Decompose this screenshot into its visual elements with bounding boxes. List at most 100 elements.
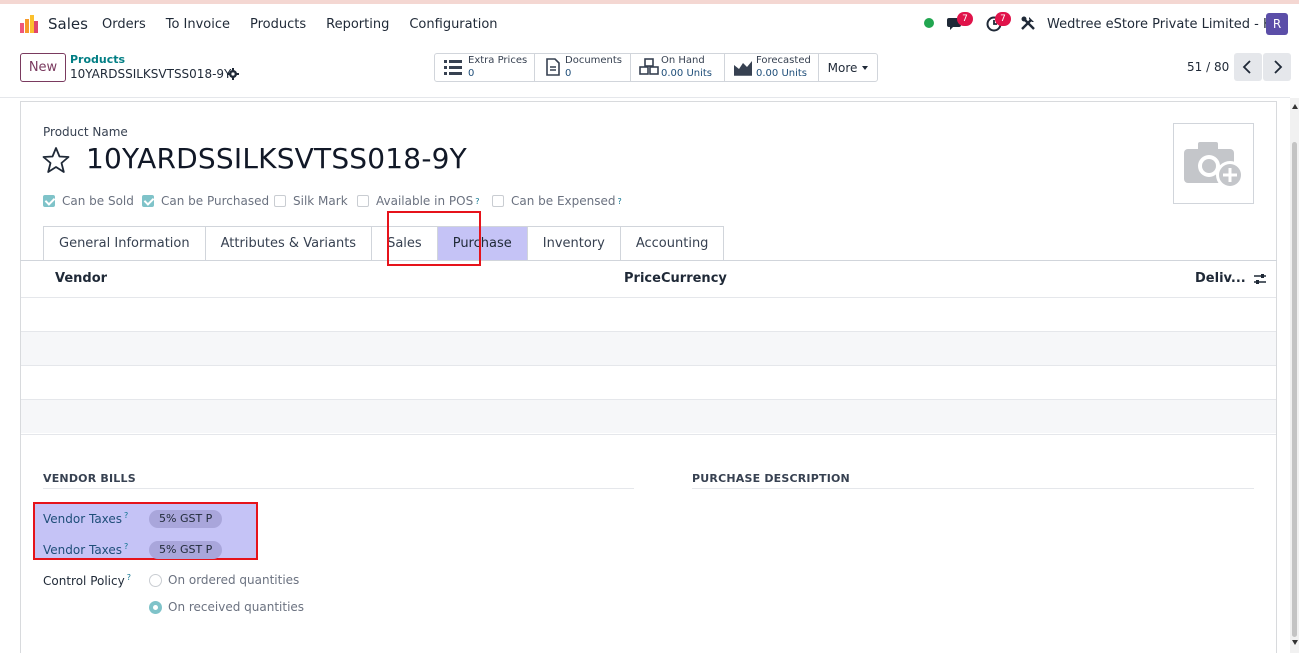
tools-icon[interactable]	[1020, 15, 1036, 31]
user-avatar[interactable]: R	[1266, 13, 1288, 35]
vendor-taxes-label: Vendor Taxes?	[43, 542, 129, 557]
menu-item-products[interactable]: Products	[250, 17, 306, 32]
vendor-tax-tag[interactable]: 5% GST P	[149, 541, 223, 559]
checkbox-can-be-expensed[interactable]: Can be Expensed ?	[492, 194, 622, 208]
navbar-systray: 7 7 Wedtree eStore Private Limited - HO …	[899, 4, 1299, 44]
documents-value: 0	[565, 68, 572, 79]
new-button[interactable]: New	[20, 53, 66, 82]
checkbox-box[interactable]	[274, 195, 286, 207]
menu-item-reporting[interactable]: Reporting	[326, 17, 389, 32]
company-switcher[interactable]: Wedtree eStore Private Limited - HO	[1047, 17, 1283, 32]
on-hand-button[interactable]: On Hand 0.00 Units	[631, 54, 725, 81]
forecasted-value: 0.00 Units	[756, 68, 808, 79]
checkbox-box[interactable]	[492, 195, 504, 207]
scrollbar-thumb[interactable]	[1292, 142, 1297, 637]
activity-badge: 7	[995, 12, 1011, 26]
favorite-star-icon[interactable]	[42, 146, 70, 174]
chevron-right-icon	[1274, 60, 1283, 74]
menu-item-to-invoice[interactable]: To Invoice	[166, 17, 230, 32]
checkbox-label: Silk Mark	[293, 194, 348, 208]
tabs-underline	[20, 260, 1277, 261]
radio-on-ordered-quantities[interactable]	[149, 574, 162, 587]
help-tooltip-icon[interactable]: ?	[127, 573, 131, 582]
tab-accounting[interactable]: Accounting	[620, 226, 725, 261]
checkbox-box[interactable]	[357, 195, 369, 207]
scroll-up-arrow-icon[interactable]	[1292, 104, 1298, 109]
camera-add-icon	[1184, 142, 1244, 189]
online-status-icon	[924, 18, 934, 28]
column-header-currency[interactable]: Currency	[661, 271, 727, 286]
purchase-description-section-title: PURCHASE DESCRIPTION	[692, 472, 850, 485]
tab-general-information[interactable]: General Information	[43, 226, 206, 261]
sales-app-icon[interactable]	[20, 15, 38, 33]
checkbox-label: Available in POS	[376, 194, 474, 208]
more-button[interactable]: More	[819, 54, 877, 81]
column-header-vendor[interactable]: Vendor	[55, 271, 107, 286]
extra-prices-label: Extra Prices	[468, 55, 528, 66]
menu-item-configuration[interactable]: Configuration	[409, 17, 497, 32]
radio-label-ordered[interactable]: On ordered quantities	[168, 573, 299, 587]
radio-on-received-quantities[interactable]	[149, 601, 162, 614]
tab-attributes-variants[interactable]: Attributes & Variants	[205, 226, 373, 261]
column-header-delivery[interactable]: Deliv...	[1195, 271, 1246, 286]
breadcrumb-products-link[interactable]: Products	[70, 53, 125, 66]
tab-inventory[interactable]: Inventory	[527, 226, 621, 261]
menu-item-orders[interactable]: Orders	[102, 17, 146, 32]
help-tooltip-icon[interactable]: ?	[124, 542, 128, 551]
section-divider	[692, 488, 1254, 489]
vendor-taxes-label: Vendor Taxes?	[43, 511, 129, 526]
checkbox-available-in-pos[interactable]: Available in POS ?	[357, 194, 479, 208]
checkbox-silk-mark[interactable]: Silk Mark	[274, 194, 348, 208]
more-label: More	[827, 60, 858, 75]
column-settings-icon[interactable]	[1253, 272, 1267, 286]
vendor-bills-section-title: VENDOR BILLS	[43, 472, 136, 485]
main-menu: Orders To Invoice Products Reporting Con…	[102, 17, 518, 32]
product-name-label: Product Name	[43, 125, 128, 139]
column-header-price[interactable]: Price	[624, 271, 661, 286]
forecasted-label: Forecasted	[756, 55, 811, 66]
cubes-icon	[639, 58, 659, 75]
control-panel-divider	[0, 97, 1290, 98]
checkbox-can-be-sold[interactable]: Can be Sold	[43, 194, 134, 208]
checkbox-label: Can be Purchased	[161, 194, 270, 208]
scroll-down-arrow-icon[interactable]	[1292, 640, 1298, 645]
control-policy-label: Control Policy?	[43, 573, 131, 588]
forecasted-button[interactable]: Forecasted 0.00 Units	[725, 54, 819, 81]
purchase-tab-highlight-box	[387, 211, 481, 266]
pager-value[interactable]: 51 / 80	[1187, 60, 1229, 74]
caret-down-icon	[862, 65, 869, 70]
help-tooltip-icon[interactable]: ?	[475, 197, 479, 206]
top-navbar: Sales Orders To Invoice Products Reporti…	[0, 4, 1299, 44]
checkbox-box[interactable]	[43, 195, 55, 207]
pager-previous-button[interactable]	[1234, 53, 1262, 81]
vendor-tax-tag[interactable]: 5% GST P	[149, 510, 223, 528]
help-tooltip-icon[interactable]: ?	[618, 197, 622, 206]
checkbox-can-be-purchased[interactable]: Can be Purchased	[142, 194, 269, 208]
list-icon	[444, 60, 462, 75]
radio-label-received[interactable]: On received quantities	[168, 600, 304, 614]
table-row	[21, 399, 1276, 433]
breadcrumb-current-record: 10YARDSSILKSVTSS018-9Y	[70, 67, 232, 81]
documents-button[interactable]: Documents 0	[535, 54, 631, 81]
app-name[interactable]: Sales	[48, 15, 88, 33]
table-row	[21, 331, 1276, 365]
document-icon	[546, 58, 560, 76]
area-chart-icon	[734, 61, 752, 76]
table-bottom-border	[21, 434, 1276, 435]
chevron-left-icon	[1242, 60, 1251, 74]
help-tooltip-icon[interactable]: ?	[124, 511, 128, 520]
extra-prices-button[interactable]: Extra Prices 0	[435, 54, 535, 81]
product-image-upload[interactable]	[1173, 123, 1254, 204]
pager-next-button[interactable]	[1263, 53, 1291, 81]
product-name-field[interactable]: 10YARDSSILKSVTSS018-9Y	[86, 142, 467, 175]
documents-label: Documents	[565, 55, 623, 66]
section-divider	[43, 488, 634, 489]
checkbox-box[interactable]	[142, 195, 154, 207]
table-row	[21, 365, 1276, 399]
on-hand-value: 0.00 Units	[661, 68, 713, 79]
chat-badge: 7	[957, 12, 973, 26]
gear-icon[interactable]	[227, 68, 239, 80]
checkbox-label: Can be Sold	[62, 194, 134, 208]
checkbox-label: Can be Expensed	[511, 194, 616, 208]
extra-prices-value: 0	[468, 68, 475, 79]
